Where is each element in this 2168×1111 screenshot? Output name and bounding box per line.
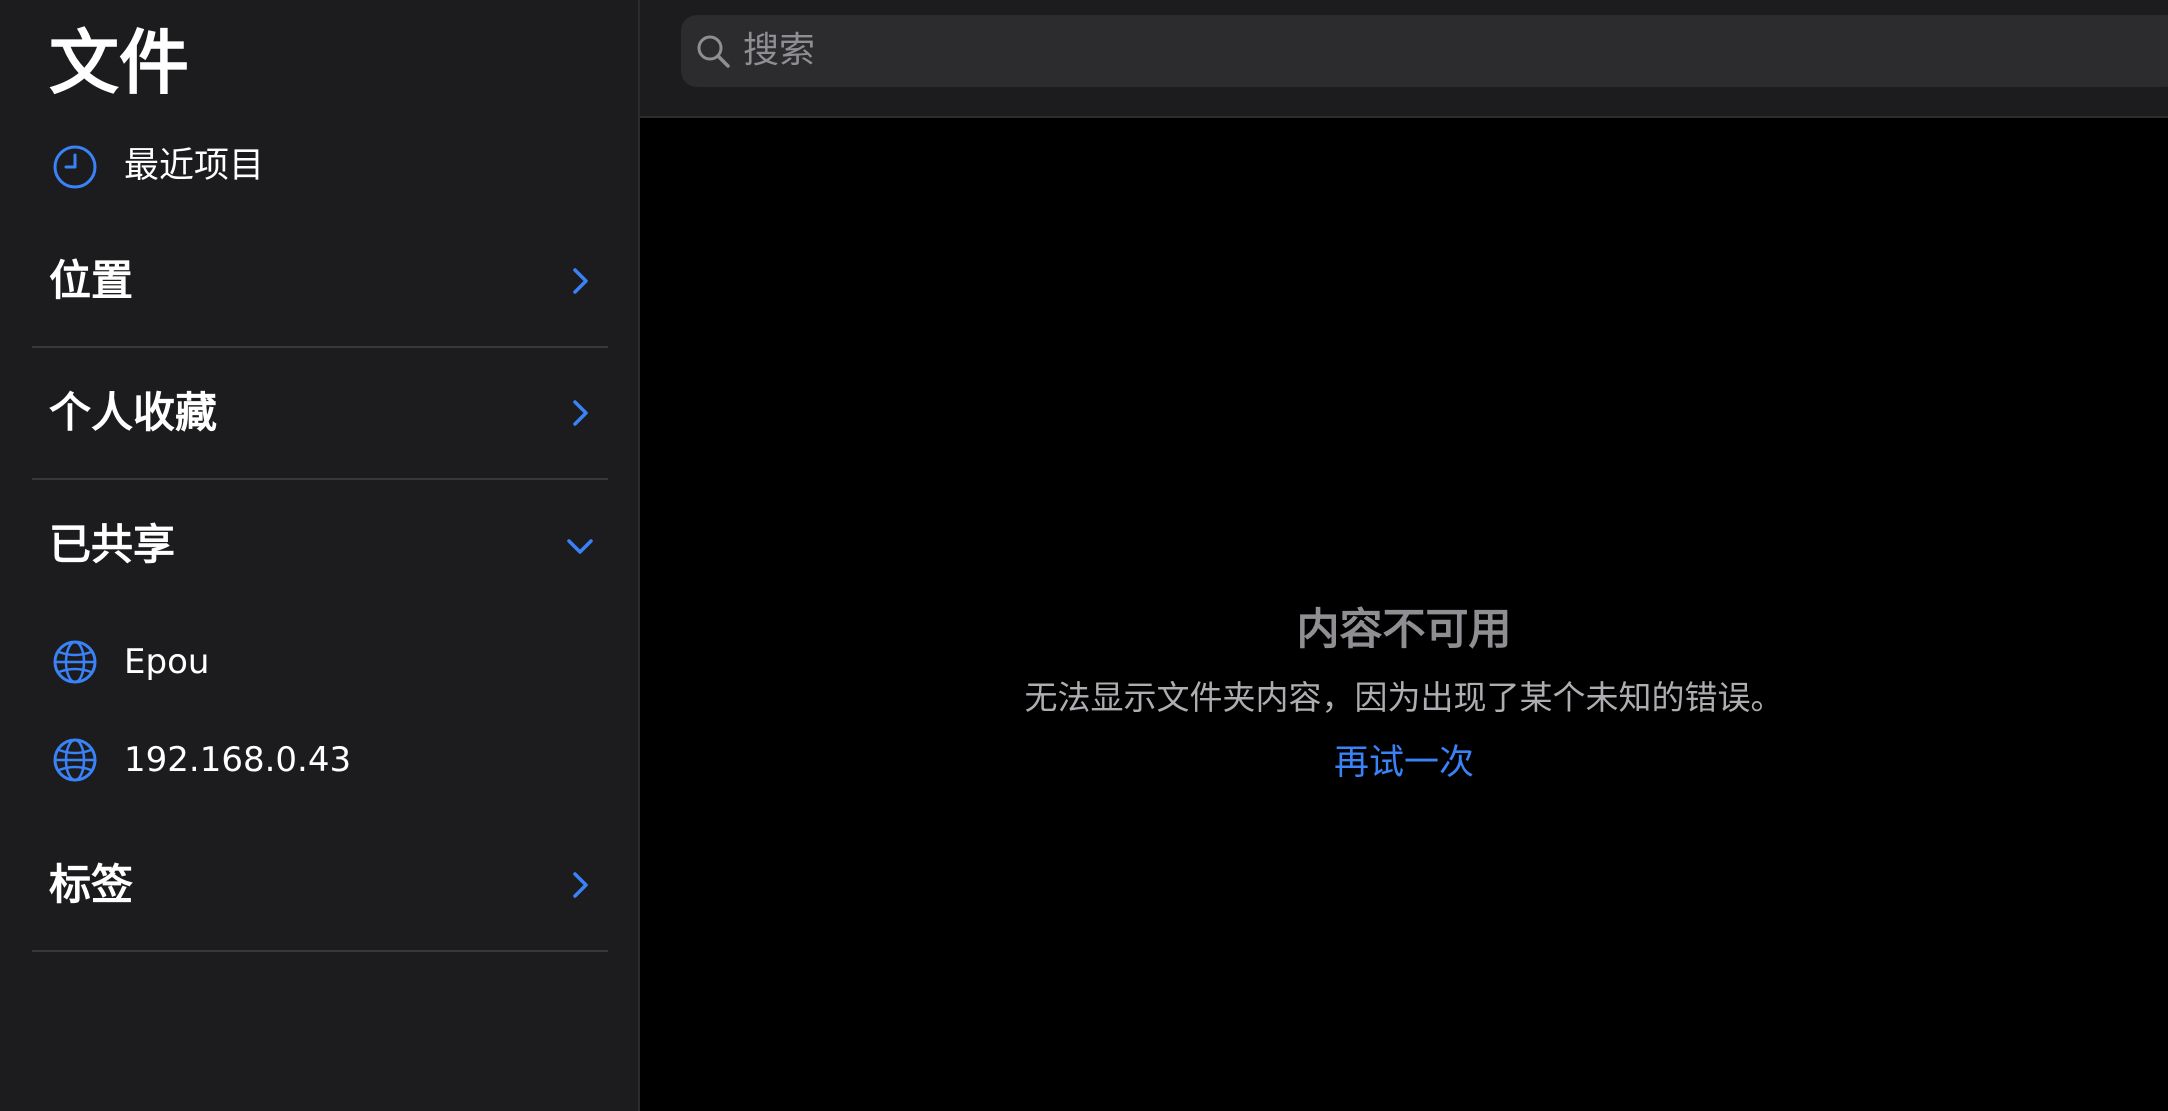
- empty-state-title: 内容不可用: [1296, 605, 1512, 655]
- app-title: 文件: [49, 22, 189, 104]
- clock-icon: [53, 145, 97, 189]
- chevron-right-icon: [573, 268, 588, 294]
- section-tags[interactable]: 标签: [32, 820, 608, 952]
- section-label: 标签: [49, 860, 134, 909]
- shared-server-item[interactable]: Epou: [0, 618, 640, 708]
- files-app: 文件 最近项目 位置 个人收藏 已共享 Epou 192.168.0.43 标签…: [0, 0, 2168, 1111]
- main-content: 搜索 内容不可用 无法显示文件夹内容，因为出现了某个未知的错误。 再试一次: [640, 0, 2168, 1111]
- section-locations[interactable]: 位置: [32, 216, 608, 348]
- shared-server-item[interactable]: 192.168.0.43: [0, 716, 640, 806]
- sidebar-item-label: 最近项目: [124, 146, 265, 186]
- chevron-right-icon: [573, 872, 588, 898]
- search-input[interactable]: 搜索: [681, 15, 2168, 87]
- chevron-right-icon: [573, 400, 588, 426]
- chevron-down-icon: [567, 539, 593, 554]
- retry-button[interactable]: 再试一次: [1334, 743, 1474, 783]
- section-shared[interactable]: 已共享: [32, 480, 608, 612]
- globe-icon: [53, 640, 97, 684]
- section-favorites[interactable]: 个人收藏: [32, 348, 608, 480]
- shared-item-label: Epou: [124, 642, 210, 682]
- shared-item-label: 192.168.0.43: [124, 740, 352, 780]
- sidebar: 文件 最近项目 位置 个人收藏 已共享 Epou 192.168.0.43 标签: [0, 0, 640, 1111]
- empty-state-message: 无法显示文件夹内容，因为出现了某个未知的错误。: [1024, 678, 1784, 717]
- section-label: 个人收藏: [49, 388, 218, 437]
- sidebar-item-recents[interactable]: 最近项目: [0, 130, 640, 202]
- globe-icon: [53, 738, 97, 782]
- section-label: 已共享: [49, 520, 176, 569]
- top-bar: 搜索: [640, 0, 2168, 118]
- section-label: 位置: [49, 256, 134, 305]
- retry-link-row: 再试一次: [640, 736, 2168, 790]
- search-placeholder: 搜索: [743, 30, 816, 71]
- search-icon: [697, 35, 730, 68]
